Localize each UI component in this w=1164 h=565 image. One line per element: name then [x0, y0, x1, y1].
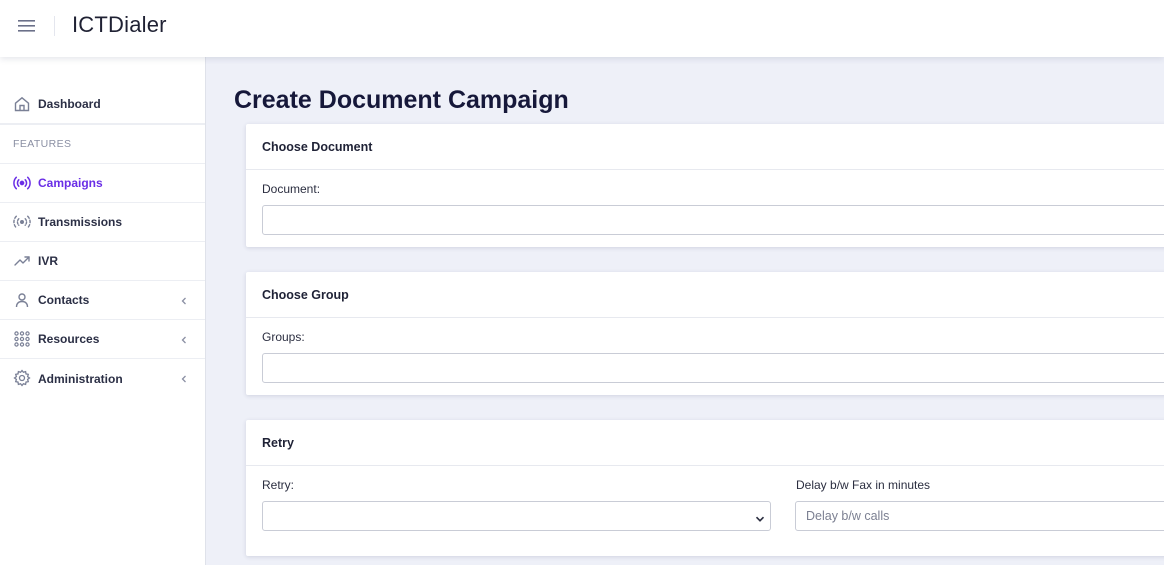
hamburger-menu-button[interactable]: [14, 15, 40, 37]
document-label: Document:: [262, 182, 321, 196]
chevron-left-icon: [179, 333, 189, 345]
home-icon: [13, 95, 31, 113]
card-title: Retry: [246, 420, 1164, 466]
sidebar-item-label: Contacts: [38, 293, 90, 307]
grid-icon: [13, 330, 31, 348]
topbar-divider: [54, 16, 55, 36]
groups-label: Groups:: [262, 330, 305, 344]
choose-document-card: Choose Document Document:: [246, 124, 1164, 247]
sidebar-item-contacts[interactable]: Contacts: [0, 281, 205, 320]
sidebar-item-administration[interactable]: Administration: [0, 359, 205, 398]
retry-card: Retry Retry: Delay b/w Fax in minutes: [246, 420, 1164, 556]
delay-label: Delay b/w Fax in minutes: [796, 478, 931, 492]
trending-up-icon: [13, 252, 31, 270]
page-title: Create Document Campaign: [234, 86, 569, 114]
retry-select[interactable]: [262, 501, 771, 531]
sidebar-item-ivr[interactable]: IVR: [0, 242, 205, 281]
document-input[interactable]: [262, 205, 1164, 235]
broadcast-icon: [13, 174, 31, 192]
sidebar-item-label: Transmissions: [38, 215, 123, 229]
card-title: Choose Group: [246, 272, 1164, 318]
user-icon: [13, 291, 31, 309]
retry-label: Retry:: [262, 478, 295, 492]
chevron-left-icon: [179, 294, 189, 306]
sidebar: Dashboard FEATURES Campaigns Transmissio…: [0, 57, 206, 565]
delay-input[interactable]: [795, 501, 1164, 531]
sidebar-item-resources[interactable]: Resources: [0, 320, 205, 359]
sidebar-section-label: FEATURES: [13, 138, 72, 150]
sidebar-item-dashboard[interactable]: Dashboard: [0, 85, 205, 124]
sidebar-item-transmissions[interactable]: Transmissions: [0, 203, 205, 242]
divider: [0, 124, 205, 125]
retry-select-wrapper: [262, 501, 771, 531]
menu-icon[interactable]: [14, 15, 40, 37]
gear-icon: [13, 369, 31, 387]
sidebar-item-campaigns[interactable]: Campaigns: [0, 164, 205, 203]
choose-group-card: Choose Group Groups:: [246, 272, 1164, 395]
sidebar-item-label: IVR: [38, 254, 59, 268]
sidebar-item-label: Resources: [38, 332, 100, 346]
top-bar: ICTDialer: [0, 0, 1164, 57]
card-title: Choose Document: [246, 124, 1164, 170]
sidebar-item-label: Administration: [38, 371, 123, 386]
sidebar-item-label: Dashboard: [38, 97, 101, 111]
signal-icon: [13, 213, 31, 231]
chevron-left-icon: [179, 372, 189, 384]
sidebar-item-label: Campaigns: [38, 176, 103, 190]
app-title[interactable]: ICTDialer: [72, 12, 167, 38]
groups-input[interactable]: [262, 353, 1164, 383]
